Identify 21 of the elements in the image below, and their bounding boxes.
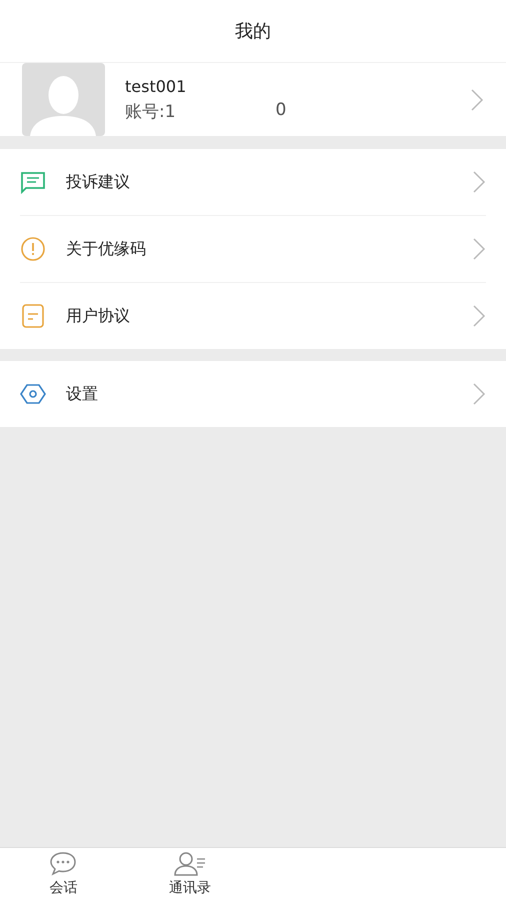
chevron-right-icon [472,304,486,328]
menu-item[interactable]: 投诉建议 [20,149,486,216]
chat-icon [48,851,78,877]
menu-item[interactable]: 关于优缘码 [20,216,486,283]
menu-item[interactable]: 用户协议 [20,283,486,349]
message-icon [20,169,46,195]
contacts-icon [172,851,208,877]
chevron-right-icon [472,170,486,194]
chevron-right-icon [472,237,486,261]
account-number: 账号:1 [125,100,176,122]
document-icon [20,303,46,329]
page-title: 我的 [235,20,271,43]
account-number: 0 [276,100,286,122]
exclamation-circle-icon [20,236,46,262]
tab[interactable]: 通讯录 [126,848,253,900]
profile-row[interactable]: test001 账号:1 0 [0,62,506,136]
user-name: test001 [125,76,188,96]
settings-icon [20,381,46,407]
chevron-right-icon [472,382,486,406]
chevron-right-icon [470,88,484,112]
tab[interactable]: 会话 [0,848,126,900]
